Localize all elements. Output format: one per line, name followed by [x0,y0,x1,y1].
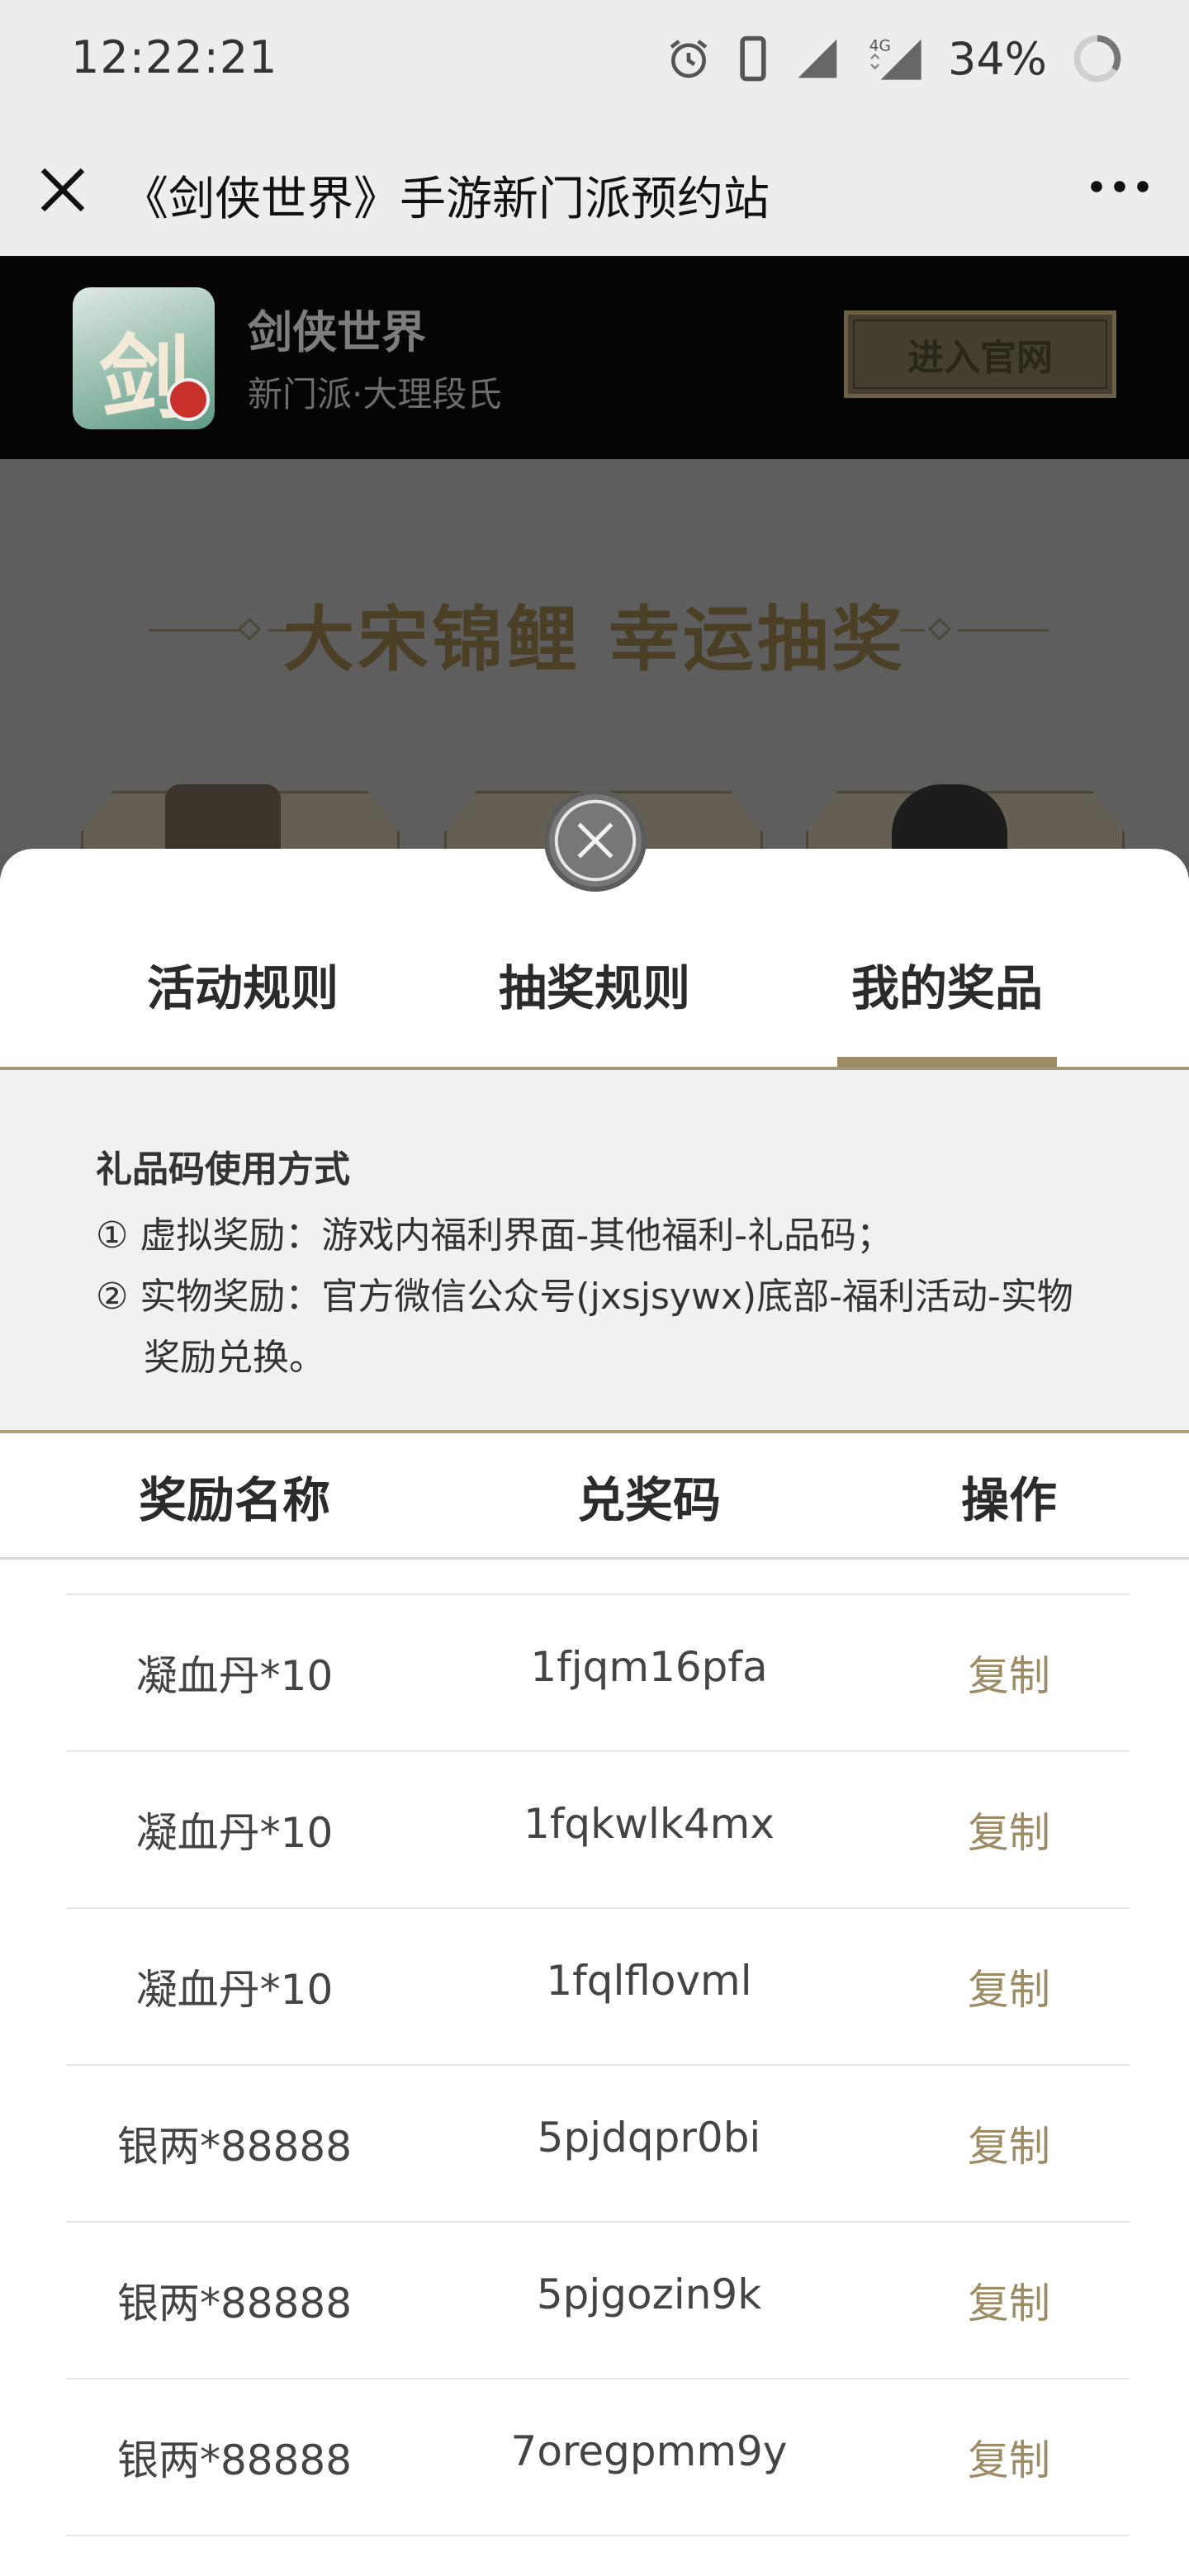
info-line-virtual: ① 虚拟奖励：游戏内福利界面-其他福利-礼品码； [96,1215,893,1257]
app-icon: 剑 [73,287,215,429]
copy-button[interactable]: 复制 [926,2271,1092,2330]
info-line-physical: ② 实物奖励：官方微信公众号(jxsjsywx)底部-福利活动-实物 [96,1276,1073,1318]
title-decoration-right [958,629,1049,632]
tab-my-prizes[interactable]: 我的奖品 [823,949,1071,1019]
app-name: 剑侠世界 [248,306,426,358]
tab-lottery-rules[interactable]: 抽奖规则 [471,949,718,1019]
copy-button[interactable]: 复制 [926,1957,1092,2016]
row-divider [66,2221,1130,2223]
row-divider [66,2378,1130,2379]
copy-button[interactable]: 复制 [926,1800,1092,1859]
close-icon[interactable] [30,157,96,223]
alarm-icon [670,40,708,78]
lottery-title: 大宋锦鲤 幸运抽奖 [283,598,906,681]
prize-name: 银两*88888 [116,2436,353,2484]
battery-icon [1073,35,1121,83]
tab-activity-rules[interactable]: 活动规则 [119,949,367,1019]
official-site-button[interactable]: 进入官网 [844,310,1116,398]
active-tab-indicator [837,1057,1057,1067]
table-top-border [0,1430,1189,1433]
prize-code: 5pjgozin9k [536,2271,762,2318]
app-subtitle: 新门派·大理段氏 [248,374,502,414]
row-divider [66,2064,1130,2066]
signal-4g-icon: 4G [869,38,921,80]
prize-name: 银两*88888 [116,2123,353,2171]
sheet-close-icon[interactable] [543,788,647,893]
prize-name: 银两*88888 [116,2280,353,2327]
battery-percent: 34% [947,32,1047,85]
prize-code: 1fqlflovml [546,1957,752,2005]
row-divider [66,2535,1130,2536]
more-icon[interactable] [1087,170,1153,203]
status-time: 12:22:21 [71,31,278,83]
row-divider [66,1750,1130,1752]
row-divider [66,1593,1130,1595]
info-line-physical-cont: 奖励兑换。 [144,1337,325,1379]
page-title: 《剑侠世界》手游新门派预约站 [122,173,770,226]
signal-icon [798,39,837,78]
table-header-divider [0,1557,1189,1560]
copy-button[interactable]: 复制 [926,2427,1092,2487]
column-header-action: 操作 [960,1472,1057,1528]
prize-name: 凝血丹*10 [135,1966,334,2014]
prize-code: 7oregpmm9y [510,2427,788,2475]
prize-code: 5pjdqpr0bi [537,2114,761,2162]
prize-name: 凝血丹*10 [135,1652,334,1700]
phone-icon [740,36,766,82]
title-decoration-right-short [900,629,925,632]
status-icons: 4G 34% [666,30,1123,88]
column-header-name: 奖励名称 [138,1472,330,1528]
prize-code: 1fjqm16pfa [530,1643,768,1691]
column-header-code: 兑奖码 [576,1472,721,1528]
copy-button[interactable]: 复制 [926,2114,1092,2173]
row-divider [66,1907,1130,1909]
app-icon-badge [167,378,210,421]
prize-code: 1fqkwlk4mx [523,1800,775,1848]
svg-text:4G: 4G [869,38,891,55]
copy-button[interactable]: 复制 [926,1643,1092,1702]
prize-name: 凝血丹*10 [135,1809,334,1857]
info-title: 礼品码使用方式 [96,1148,350,1191]
